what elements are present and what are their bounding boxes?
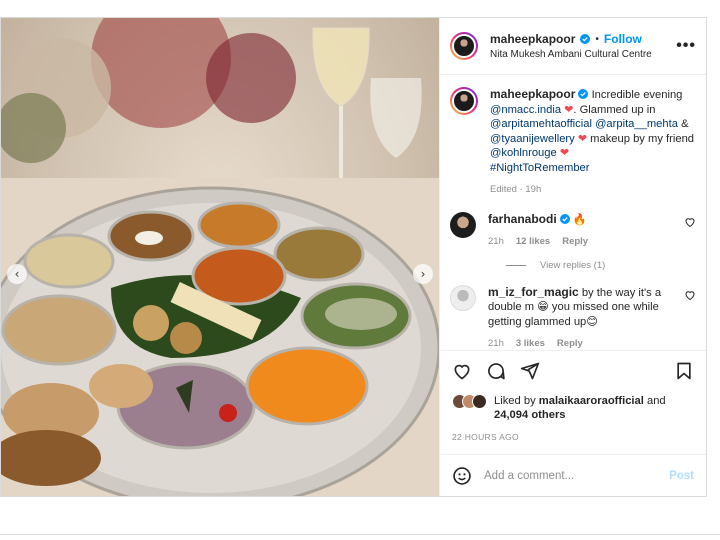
- post-header: maheepkapoor • Follow Nita Mukesh Ambani…: [440, 18, 706, 75]
- verified-badge-icon: [578, 89, 589, 99]
- mention-link[interactable]: @tyaanijewellery: [490, 133, 575, 145]
- view-replies-label: View replies (1): [540, 259, 606, 271]
- add-comment-bar: Add a comment... Post: [440, 454, 706, 496]
- chevron-right-icon[interactable]: ›: [413, 264, 433, 284]
- post-dialog: ‹ › maheepkapoor • Follow Nita Mukesh Am…: [0, 17, 707, 497]
- red-heart-emoji: ❤: [559, 147, 570, 159]
- avatar[interactable]: [450, 211, 476, 238]
- post-sidebar: maheepkapoor • Follow Nita Mukesh Ambani…: [439, 18, 706, 496]
- author-username[interactable]: maheepkapoor: [490, 32, 575, 46]
- reply-button[interactable]: Reply: [557, 337, 583, 350]
- caption-text: Incredible evening: [591, 89, 683, 101]
- comment-likes[interactable]: 12 likes: [516, 235, 550, 250]
- comment-username[interactable]: m_iz_for_magic: [488, 285, 579, 299]
- comment-username[interactable]: farhanabodi: [488, 212, 557, 226]
- chevron-left-icon[interactable]: ‹: [7, 264, 27, 284]
- comment-likes[interactable]: 3 likes: [516, 337, 545, 350]
- food-thali-image: [1, 18, 439, 496]
- post-button[interactable]: Post: [669, 470, 694, 482]
- share-icon[interactable]: [520, 361, 540, 381]
- likes-and: and: [646, 395, 666, 407]
- edited-time: Edited · 19h: [490, 184, 542, 195]
- liker-avatars: [452, 394, 487, 409]
- reply-button[interactable]: Reply: [562, 235, 588, 250]
- post-timestamp[interactable]: 22 HOURS AGO: [452, 432, 694, 442]
- caption-text: &: [681, 118, 689, 130]
- caption: maheepkapoor Incredible evening @nmacc.i…: [450, 87, 696, 198]
- mention-link[interactable]: @kohlnrouge: [490, 147, 557, 159]
- avatar[interactable]: [450, 284, 476, 311]
- view-replies-button[interactable]: View replies (1): [506, 260, 696, 271]
- follow-button[interactable]: Follow: [604, 32, 642, 46]
- more-options-icon[interactable]: •••: [676, 37, 696, 55]
- comment-icon[interactable]: [486, 361, 506, 381]
- mention-link[interactable]: @arpitamehtaofficial: [490, 118, 592, 130]
- red-heart-emoji: ❤: [577, 132, 588, 145]
- comment-time: 21h: [488, 338, 504, 349]
- caption-text: makeup by my friend: [590, 132, 695, 145]
- avatar[interactable]: [450, 87, 478, 115]
- caption-text: . Glammed up in: [573, 103, 656, 116]
- heart-icon[interactable]: [684, 216, 696, 228]
- separator-dot: •: [595, 33, 599, 45]
- caption-username[interactable]: maheepkapoor: [490, 87, 575, 101]
- comment-input[interactable]: Add a comment...: [484, 470, 657, 482]
- location-link[interactable]: Nita Mukesh Ambani Cultural Centre: [490, 49, 676, 60]
- mention-link[interactable]: @arpita__mehta: [595, 118, 678, 130]
- post-photo[interactable]: ‹ ›: [1, 18, 439, 496]
- comments-section[interactable]: maheepkapoor Incredible evening @nmacc.i…: [440, 75, 706, 350]
- likes-count[interactable]: 24,094 others: [494, 409, 566, 421]
- verified-badge-icon: [580, 34, 591, 44]
- replies-divider: [506, 264, 526, 266]
- comment-time: 21h: [488, 236, 504, 247]
- comment: farhanabodi 🔥 21h 12 likes Reply: [450, 211, 696, 250]
- avatar[interactable]: [450, 32, 478, 60]
- heart-icon[interactable]: [684, 289, 696, 301]
- liked-by-label: Liked by: [494, 395, 536, 407]
- likes-summary: Liked by malaikaaroraofficial and 24,094…: [452, 394, 694, 422]
- hashtag-link[interactable]: #NightToRemember: [490, 162, 589, 174]
- liked-by-user[interactable]: malaikaaroraofficial: [539, 395, 644, 407]
- bookmark-icon[interactable]: [674, 361, 694, 381]
- verified-badge-icon: [559, 213, 570, 224]
- mention-link[interactable]: @nmacc.india: [490, 104, 561, 116]
- red-heart-emoji: ❤: [564, 103, 574, 116]
- comment: m_iz_for_magic by the way it's a double …: [450, 284, 696, 351]
- emoji-icon[interactable]: [452, 466, 472, 486]
- page-divider: [0, 534, 720, 535]
- heart-icon[interactable]: [452, 361, 472, 381]
- post-actions: Liked by malaikaaroraofficial and 24,094…: [440, 350, 706, 442]
- comment-text: 🔥: [572, 213, 587, 226]
